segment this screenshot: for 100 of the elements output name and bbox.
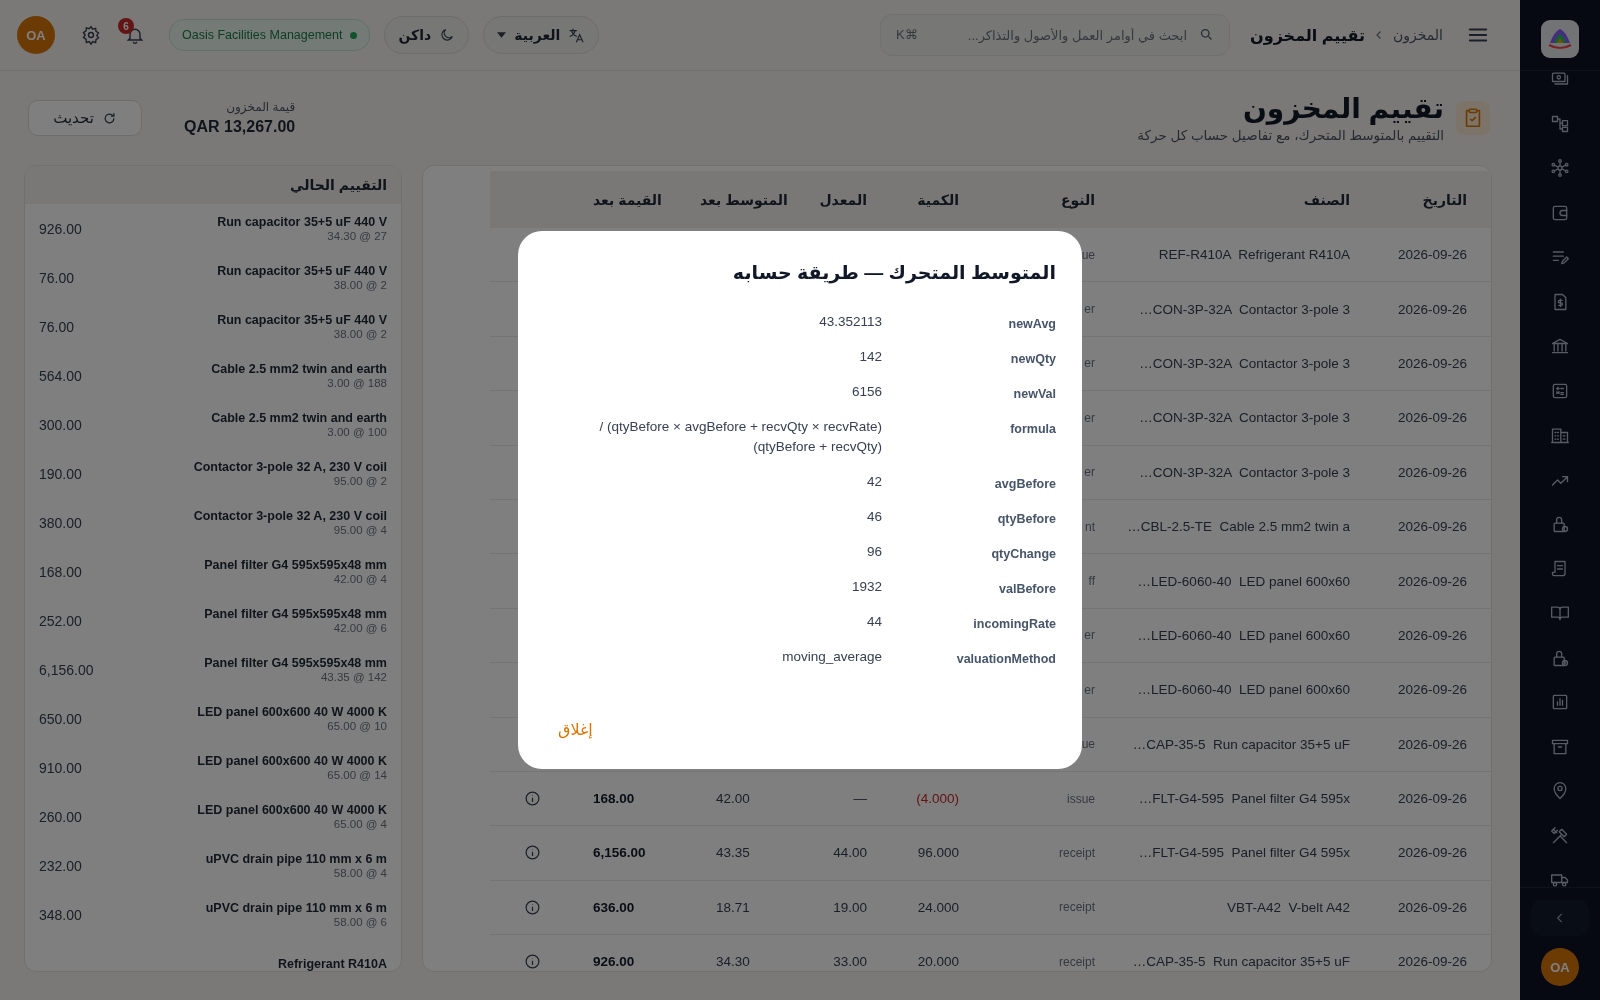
item-name: Cable 2.5 mm2 twin and earth (211, 411, 387, 425)
item-value: 232.00 (39, 857, 82, 874)
table-cell-text: 2026-09-26 (1396, 410, 1468, 426)
bar-chart-icon[interactable] (1550, 692, 1570, 712)
table-cell-text: CBL-2.5-TE Cable 2.5 mm2 twin a… (1126, 519, 1351, 535)
column-header: التاريخ (1421, 191, 1468, 208)
field-value: 46 (865, 508, 882, 526)
table-cell: er (1084, 682, 1095, 697)
item-value: 910.00 (39, 759, 82, 776)
item-rate: 3.00 @ 188 (327, 377, 387, 389)
table-cell-text: 6,156.00 (592, 845, 647, 861)
item-name: uPVC drain pipe 110 mm x 6 m (205, 852, 387, 866)
field-label: incomingRate (972, 616, 1056, 631)
item-rate: 65.00 @ 10 (327, 720, 387, 732)
network-icon[interactable] (1550, 158, 1570, 178)
table-cell: er (1084, 302, 1095, 317)
organization-chip[interactable]: Oasis Facilities Management (169, 19, 371, 51)
shortcut-hint: ⌘K (896, 27, 918, 42)
item-name: Run capacitor 35+5 uF 440 V (217, 313, 387, 327)
table-cell-text: 2026-09-26 (1396, 301, 1468, 317)
settings-icon[interactable] (81, 25, 101, 45)
item-rate: 58.00 @ 4 (333, 867, 387, 879)
table-cell-text: — (852, 791, 868, 807)
close-button[interactable]: إغلاق (548, 716, 603, 743)
table-cell-text: CAP-35-5 Run capacitor 35+5 uF… (1131, 954, 1351, 970)
table-cell-text: 168.00 (592, 791, 636, 807)
field-value: 142 (858, 348, 882, 366)
column-header: النوع (1059, 191, 1096, 208)
column-header: المتوسط بعد (699, 191, 789, 208)
table-cell-text: 2026-09-26 (1396, 519, 1468, 535)
column-header: الصنف (1302, 191, 1351, 208)
item-name: uPVC drain pipe 110 mm x 6 m (205, 901, 387, 915)
item-rate: 34.30 @ 27 (327, 230, 387, 242)
table-cell-text: CON-3P-32A Contactor 3-pole 3… (1138, 301, 1351, 317)
table-cell-text: 2026-09-26 (1396, 355, 1468, 371)
caret-icon (497, 32, 507, 38)
column-header: القيمة بعد (592, 191, 663, 208)
item-rate: 95.00 @ 4 (333, 524, 387, 536)
stock-value-label: قيمة المخزون (225, 100, 296, 114)
field-value: moving_average (781, 648, 882, 666)
item-rate: 38.00 @ 2 (333, 328, 387, 340)
table-cell-text: FLT-G4-595 Panel filter G4 595x… (1137, 845, 1351, 861)
info-icon[interactable] (524, 898, 541, 916)
table-cell-text: CON-3P-32A Contactor 3-pole 3… (1138, 355, 1351, 371)
language-button[interactable]: العربية (483, 16, 600, 54)
refresh-button[interactable]: تحديث (28, 100, 142, 136)
item-name: Contactor 3-pole 32 A, 230 V coil (193, 460, 387, 474)
page-subtitle: التقييم بالمتوسط المتحرك، مع تفاصيل حساب كل حركة (1137, 127, 1444, 143)
item-value: 190.00 (39, 465, 82, 482)
field-label: valBefore (998, 581, 1056, 596)
item-rate: 65.00 @ 14 (327, 769, 387, 781)
table-cell-text: 18.71 (715, 899, 751, 915)
table-cell: er (1084, 410, 1095, 425)
user-avatar[interactable]: OA (17, 16, 55, 54)
item-value: 380.00 (39, 514, 82, 531)
item-value: 76.00 (39, 318, 75, 335)
info-icon[interactable] (524, 790, 541, 808)
table-cell-text: 43.35 (715, 845, 751, 861)
status-dot (350, 31, 358, 39)
field-value: 96 (865, 543, 882, 561)
item-name: Panel filter G4 595x595x48 mm (204, 558, 387, 572)
item-name: Contactor 3-pole 32 A, 230 V coil (193, 509, 387, 523)
tools-icon[interactable] (1550, 825, 1570, 846)
item-name: Run capacitor 35+5 uF 440 V (217, 215, 387, 229)
field-label: newAvg (1007, 316, 1056, 331)
breadcrumb-item[interactable]: المخزون (1392, 27, 1443, 43)
logo-icon[interactable] (1541, 20, 1579, 58)
item-value: 76.00 (39, 269, 75, 286)
theme-button[interactable]: داكن (384, 16, 470, 54)
field-label: qtyChange (990, 546, 1056, 561)
user-avatar[interactable]: OA (1541, 948, 1579, 986)
table-cell-text: 2026-09-26 (1396, 682, 1468, 698)
table-cell: ue (1081, 247, 1095, 262)
hierarchy-icon[interactable] (1550, 113, 1570, 134)
field-label: newVal (1012, 386, 1056, 401)
table-cell-text: 2026-09-26 (1396, 899, 1468, 915)
field-label: valuationMethod (955, 651, 1056, 666)
stock-value: QAR 13,267.00 (184, 118, 296, 136)
notifications-button[interactable]: 6 (118, 18, 152, 52)
table-cell-text: (4.000) (915, 791, 960, 807)
table-cell-text: 44.00 (832, 845, 868, 861)
info-icon[interactable] (524, 844, 541, 862)
item-name: LED panel 600x600 40 W 4000 K (197, 705, 387, 719)
item-rate: 42.00 @ 6 (333, 622, 387, 634)
moon-icon (439, 27, 456, 43)
item-name: LED panel 600x600 40 W 4000 K (197, 803, 387, 817)
info-icon[interactable] (524, 953, 541, 971)
item-rate: 42.00 @ 4 (333, 573, 387, 585)
item-value: 260.00 (39, 808, 82, 825)
item-value: 348.00 (39, 906, 82, 923)
table-cell-text: 2026-09-26 (1396, 627, 1468, 643)
item-name: LED panel 600x600 40 W 4000 K (197, 754, 387, 768)
table-cell-text: 2026-09-26 (1396, 845, 1468, 861)
field-label: newQty (1009, 351, 1056, 366)
breadcrumb-item: تقييم المخزون (1250, 25, 1365, 45)
table-cell-text: 926.00 (592, 954, 636, 970)
table-cell-text: 2026-09-26 (1396, 736, 1468, 752)
field-label: qtyBefore (996, 511, 1056, 526)
table-cell-text: 2026-09-26 (1396, 573, 1468, 589)
bank-icon[interactable] (1550, 336, 1570, 356)
